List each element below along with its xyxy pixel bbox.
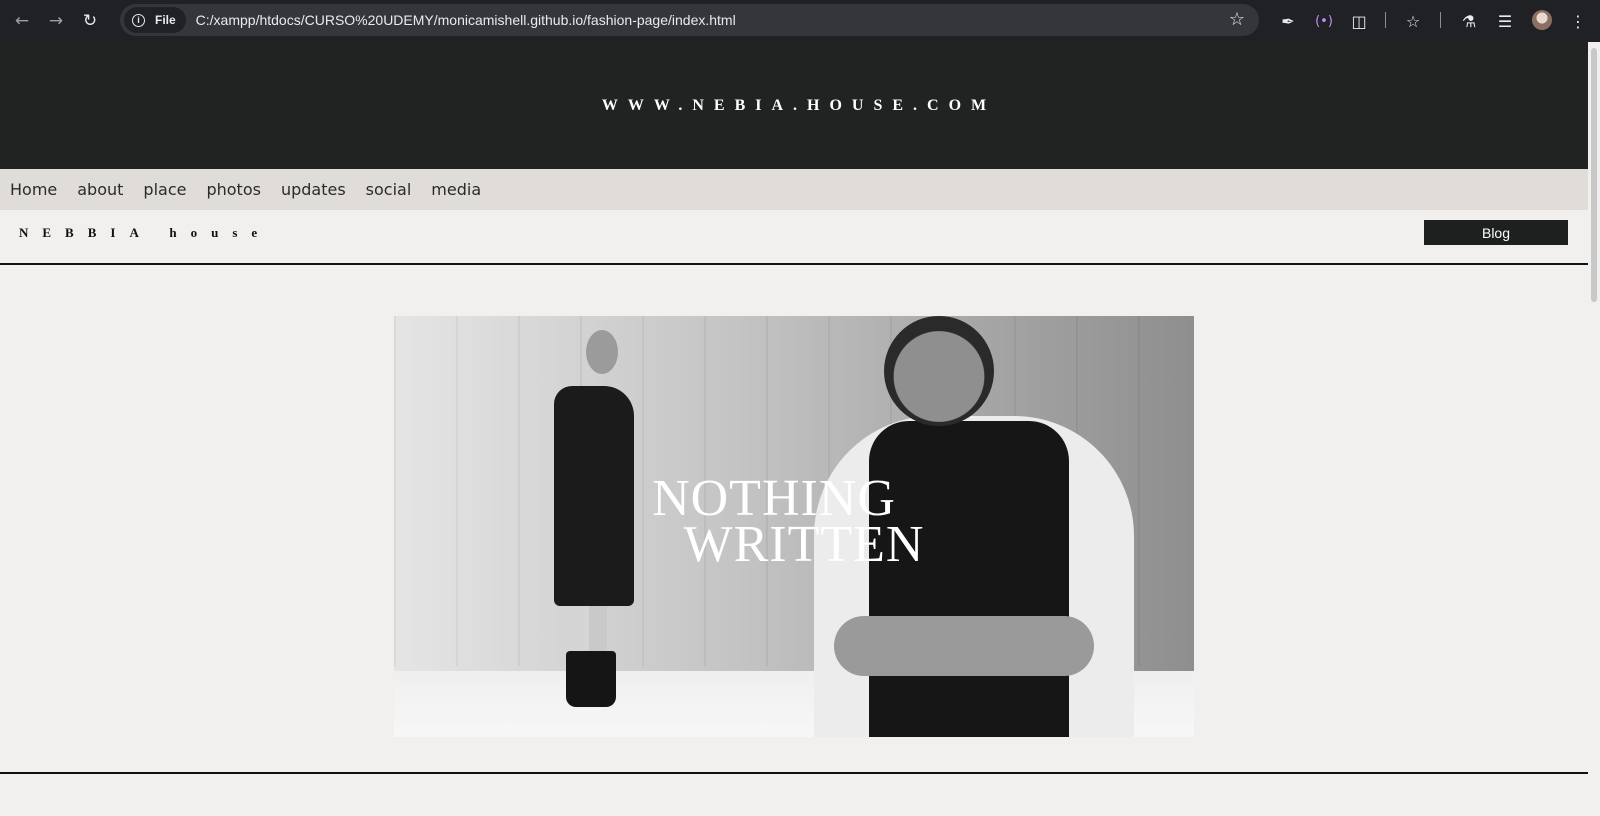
file-label: File (155, 13, 176, 27)
cast-icon[interactable]: (•) (1312, 9, 1336, 33)
nav-item-media[interactable]: media (431, 180, 481, 199)
media-queue-icon[interactable]: ☰ (1493, 9, 1517, 33)
toolbar-divider (1440, 12, 1441, 28)
hero-banner-image: NOTHING WRITTEN (394, 316, 1194, 737)
info-icon: i (132, 13, 145, 27)
bookmarks-star-icon[interactable]: ☆ (1401, 9, 1425, 33)
kebab-menu-icon[interactable]: ⋮ (1566, 9, 1590, 33)
labs-flask-icon[interactable]: ⚗ (1457, 9, 1481, 33)
nav-item-social[interactable]: social (366, 180, 412, 199)
nav-item-home[interactable]: Home (10, 180, 57, 199)
forward-icon[interactable]: → (44, 9, 68, 33)
reload-icon[interactable]: ↻ (78, 9, 102, 33)
nav-item-place[interactable]: place (143, 180, 186, 199)
back-icon[interactable]: ← (10, 9, 34, 33)
eyedropper-icon[interactable]: ✒ (1276, 9, 1300, 33)
model-left-boots (566, 651, 616, 707)
nav-item-photos[interactable]: photos (206, 180, 260, 199)
bookmark-star-icon[interactable]: ☆ (1229, 9, 1245, 30)
banner-line-2: WRITTEN (683, 516, 925, 573)
profile-avatar[interactable] (1532, 10, 1552, 30)
site-header: WWW.NEBIA.HOUSE.COM (0, 42, 1588, 169)
site-header-url: WWW.NEBIA.HOUSE.COM (601, 96, 997, 114)
banner-headline: NOTHING WRITTEN (394, 473, 1194, 573)
scrollbar-thumb[interactable] (1591, 48, 1597, 302)
blog-button[interactable]: Blog (1424, 220, 1568, 245)
model-right-head (884, 316, 994, 426)
model-right-vest (869, 421, 1069, 737)
nav-item-updates[interactable]: updates (281, 180, 346, 199)
extensions-puzzle-icon[interactable]: ◫ (1347, 9, 1371, 33)
model-right-arms (834, 616, 1094, 676)
toolbar-divider (1385, 12, 1386, 28)
address-bar[interactable]: i File C:/xampp/htdocs/CURSO%20UDEMY/mon… (120, 4, 1259, 36)
brand-name: NEBBIA house (19, 225, 272, 240)
site-info-chip[interactable]: i File (124, 7, 186, 33)
nav-item-about[interactable]: about (77, 180, 123, 199)
brand-row: NEBBIA house Blog (0, 210, 1588, 265)
url-text[interactable]: C:/xampp/htdocs/CURSO%20UDEMY/monicamish… (196, 12, 736, 28)
main-nav: Home about place photos updates social m… (0, 169, 1588, 210)
model-left-head (586, 330, 618, 374)
browser-toolbar: ← → ↻ i File C:/xampp/htdocs/CURSO%20UDE… (0, 0, 1600, 42)
section-divider (0, 772, 1588, 774)
